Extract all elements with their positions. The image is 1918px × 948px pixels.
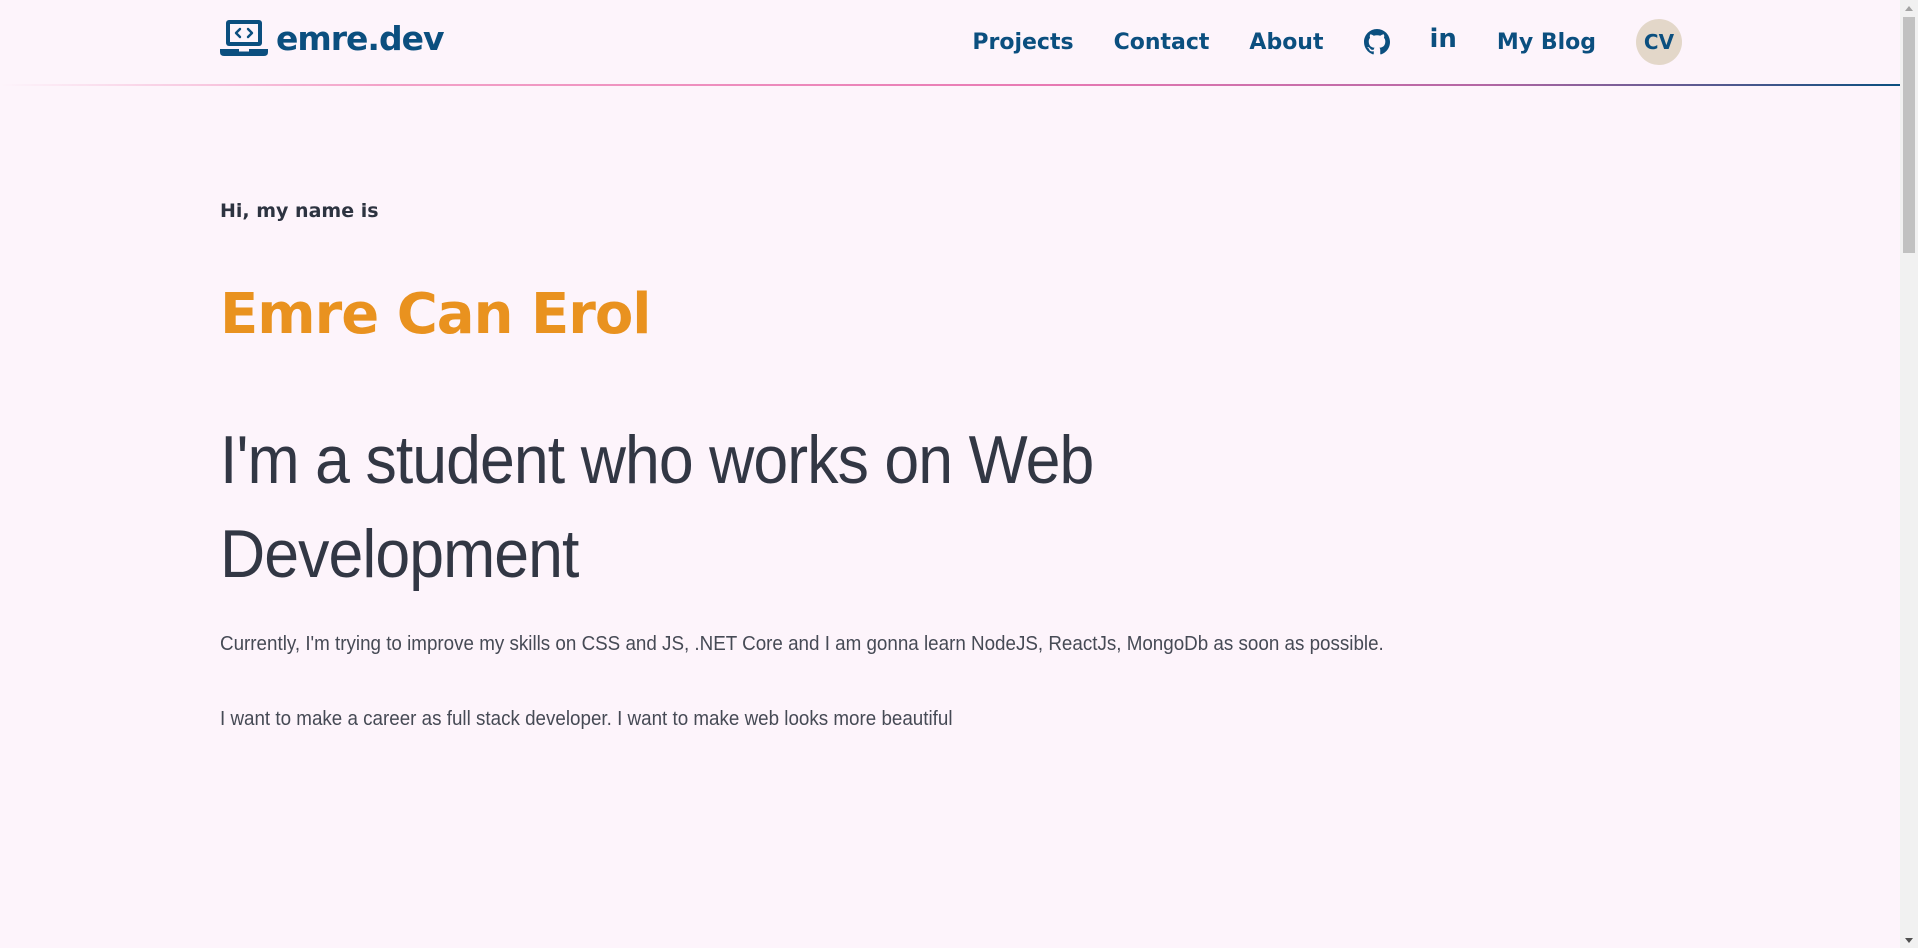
- linkedin-link[interactable]: in: [1430, 26, 1457, 52]
- brand-name: emre.dev: [276, 19, 444, 58]
- scroll-down-arrow-icon[interactable]: [1900, 932, 1918, 948]
- hero-greeting: Hi, my name is: [220, 200, 379, 222]
- scrollbar-thumb[interactable]: [1903, 17, 1915, 253]
- navbar: emre.dev Projects Contact About in My Bl…: [0, 0, 1900, 86]
- linkedin-icon: in: [1429, 24, 1457, 54]
- hero-tagline: I'm a student who works on Web Developme…: [220, 422, 1094, 592]
- nav-contact-link[interactable]: Contact: [1114, 30, 1210, 55]
- nav-projects-link[interactable]: Projects: [972, 30, 1073, 55]
- brand-logo-link[interactable]: emre.dev: [220, 18, 444, 60]
- hero-name: Emre Can Erol: [220, 282, 651, 347]
- nav-links: Projects Contact About in My Blog CV: [932, 18, 1682, 66]
- github-link[interactable]: [1363, 29, 1390, 55]
- scroll-up-arrow-icon[interactable]: [1900, 0, 1918, 16]
- hero-paragraph-skills: Currently, I'm trying to improve my skil…: [220, 633, 1384, 655]
- nav-divider: [0, 84, 1900, 86]
- laptop-code-icon: [220, 20, 268, 56]
- vertical-scrollbar[interactable]: [1900, 0, 1918, 948]
- nav-blog-link[interactable]: My Blog: [1497, 30, 1596, 55]
- github-icon: [1363, 29, 1390, 55]
- hero-paragraph-career: I want to make a career as full stack de…: [220, 708, 953, 730]
- cv-button[interactable]: CV: [1636, 19, 1682, 65]
- nav-about-link[interactable]: About: [1249, 30, 1323, 55]
